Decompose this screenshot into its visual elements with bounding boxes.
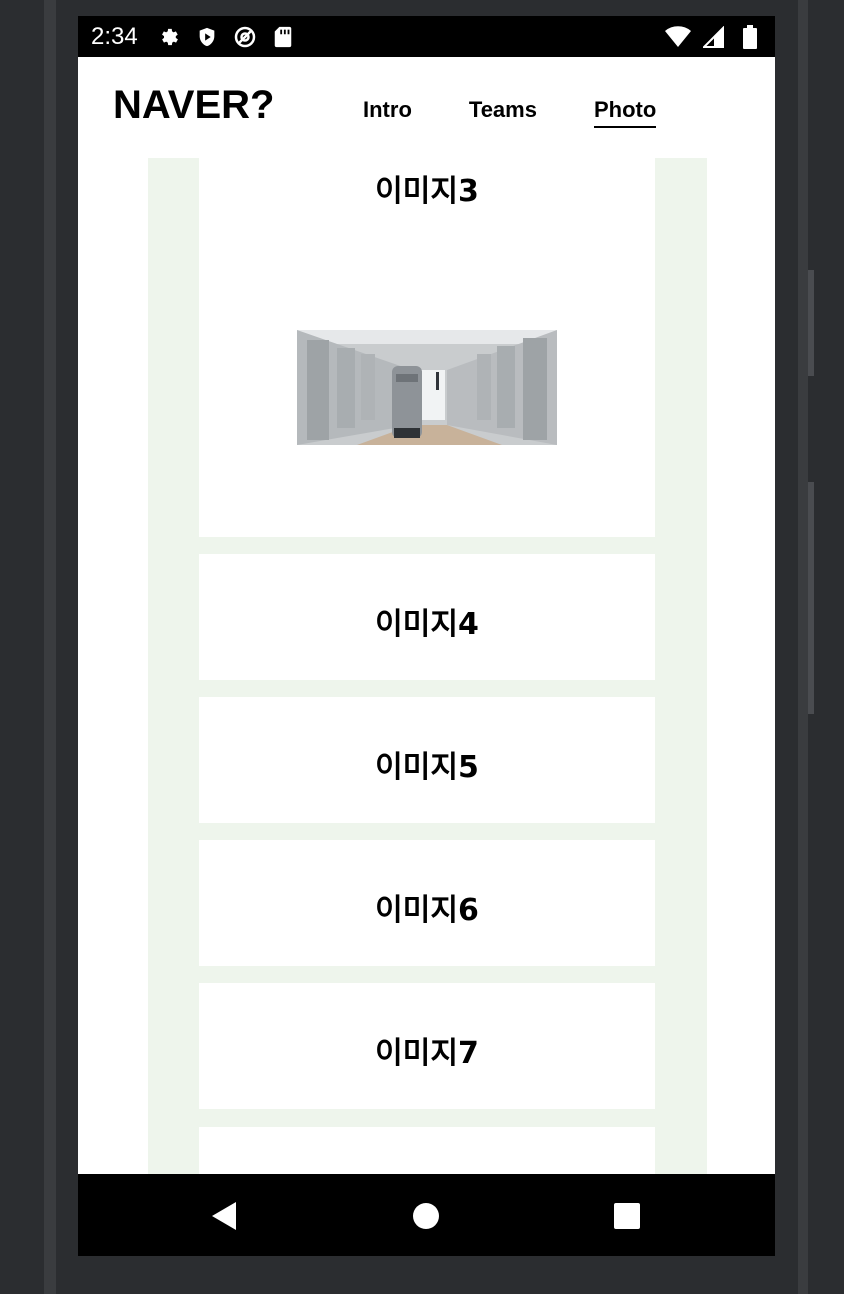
site-logo[interactable]: NAVER? bbox=[113, 83, 274, 128]
gallery-card-image6[interactable]: 이미지6 bbox=[199, 840, 655, 966]
wifi-icon bbox=[665, 24, 691, 50]
status-time: 2:34 bbox=[91, 23, 138, 50]
volume-button[interactable] bbox=[808, 482, 814, 714]
photo-gallery[interactable]: 이미지3 이미지4 이미지5 이미지6 이미지7 bbox=[78, 158, 775, 1174]
card-title: 이미지6 bbox=[375, 893, 479, 928]
recents-icon[interactable] bbox=[607, 1196, 647, 1236]
nav-photo[interactable]: Photo bbox=[593, 97, 657, 128]
gallery-card-image5[interactable]: 이미지5 bbox=[199, 697, 655, 823]
nav-intro[interactable]: Intro bbox=[363, 97, 412, 128]
sd-card-icon bbox=[270, 24, 296, 50]
gallery-card-next[interactable] bbox=[199, 1127, 655, 1174]
nav-teams[interactable]: Teams bbox=[469, 97, 537, 128]
card-title: 이미지7 bbox=[375, 1036, 479, 1071]
card-title: 이미지3 bbox=[375, 174, 479, 209]
main-nav: Intro Teams Photo bbox=[363, 97, 657, 128]
gallery-card-image4[interactable]: 이미지4 bbox=[199, 554, 655, 680]
battery-icon bbox=[737, 24, 763, 50]
robot-office-photo[interactable] bbox=[297, 330, 557, 445]
card-title: 이미지5 bbox=[375, 750, 479, 785]
at-sign-icon bbox=[232, 24, 258, 50]
home-icon[interactable] bbox=[406, 1196, 446, 1236]
status-bar: 2:34 bbox=[78, 16, 775, 57]
gear-icon bbox=[156, 24, 182, 50]
signal-icon bbox=[701, 24, 727, 50]
phone-screen: 2:34 NAVER? Intro Teams Photo 이미지3 이미지4 … bbox=[78, 16, 775, 1256]
app-header: NAVER? Intro Teams Photo bbox=[78, 57, 775, 158]
shield-play-icon bbox=[194, 24, 220, 50]
gallery-card-image7[interactable]: 이미지7 bbox=[199, 983, 655, 1109]
power-button[interactable] bbox=[808, 270, 814, 376]
device-frame-right bbox=[798, 0, 808, 1294]
device-frame-left bbox=[44, 0, 56, 1294]
gallery-card-image3[interactable]: 이미지3 bbox=[199, 158, 655, 537]
card-title: 이미지4 bbox=[375, 607, 479, 642]
system-nav-bar bbox=[78, 1174, 775, 1256]
back-icon[interactable] bbox=[204, 1196, 244, 1236]
